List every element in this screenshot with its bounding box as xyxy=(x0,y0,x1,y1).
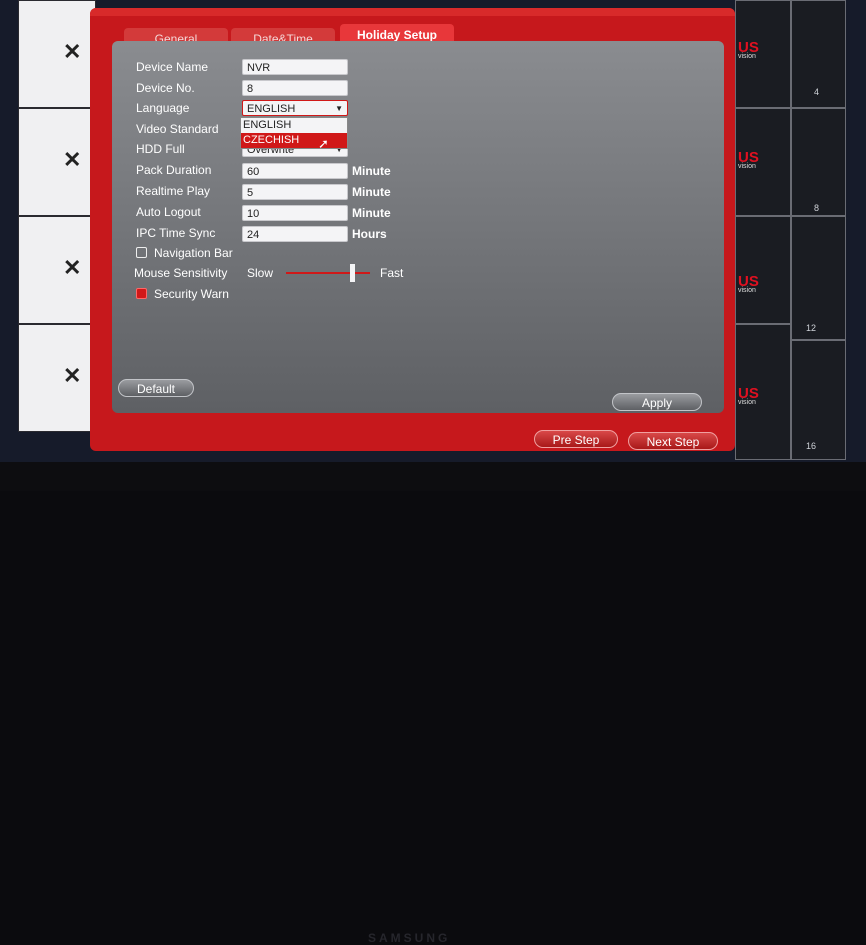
realtime-play-input[interactable]: 5 xyxy=(242,184,348,200)
device-no-input[interactable]: 8 xyxy=(242,80,348,96)
navigation-bar-checkbox[interactable] xyxy=(136,247,147,258)
language-option-czechish[interactable]: CZECHISH xyxy=(241,133,347,148)
camera-cell-13[interactable]: ✕ xyxy=(18,324,96,432)
brand-logo: US vision xyxy=(738,39,759,60)
camera-number: 16 xyxy=(806,441,817,451)
apply-button[interactable]: Apply xyxy=(612,393,702,411)
hdd-full-label: HDD Full xyxy=(136,142,185,156)
settings-panel: Device Name NVR Device No. 8 Language EN… xyxy=(112,41,724,413)
brand-logo: US vision xyxy=(738,149,759,170)
pack-duration-input[interactable]: 60 xyxy=(242,163,348,179)
navigation-bar-label: Navigation Bar xyxy=(154,246,233,260)
mouse-cursor-icon: ➚ xyxy=(318,136,329,151)
camera-cell-11[interactable]: US vision xyxy=(735,216,791,324)
camera-number: 4 xyxy=(814,87,820,97)
camera-cell-15[interactable]: US vision xyxy=(735,324,791,460)
camera-cell-4[interactable]: 4 xyxy=(791,0,846,108)
brand-logo: US vision xyxy=(738,385,759,406)
next-step-button[interactable]: Next Step xyxy=(628,432,718,450)
pack-duration-label: Pack Duration xyxy=(136,163,212,177)
camera-cell-7[interactable]: US vision xyxy=(735,108,791,216)
device-no-label: Device No. xyxy=(136,81,195,95)
security-warn-checkbox[interactable] xyxy=(136,288,147,299)
auto-logout-unit: Minute xyxy=(352,206,391,220)
no-signal-icon: ✕ xyxy=(63,147,82,172)
device-name-label: Device Name xyxy=(136,60,209,74)
mouse-sensitivity-fast-label: Fast xyxy=(380,266,404,280)
security-warn-label: Security Warn xyxy=(154,287,229,301)
ipc-time-sync-label: IPC Time Sync xyxy=(136,226,216,240)
camera-cell-3[interactable]: US vision xyxy=(735,0,791,108)
monitor: ✕ ✕ ✕ ✕ US vision 4 US vision 8 US vision 1… xyxy=(0,0,866,945)
camera-number: 12 xyxy=(806,323,817,333)
camera-cell-5[interactable]: ✕ xyxy=(18,108,96,216)
ipc-time-sync-unit: Hours xyxy=(352,227,387,241)
default-button[interactable]: Default xyxy=(118,379,194,397)
slider-handle[interactable] xyxy=(350,264,355,282)
pre-step-button[interactable]: Pre Step xyxy=(534,430,618,448)
video-standard-label: Video Standard xyxy=(136,122,219,136)
mouse-sensitivity-slider[interactable] xyxy=(286,264,370,282)
chevron-down-icon: ▼ xyxy=(335,104,343,113)
monitor-bezel: SAMSUNG xyxy=(0,462,866,945)
realtime-play-label: Realtime Play xyxy=(136,184,211,198)
mouse-sensitivity-slow-label: Slow xyxy=(247,266,274,280)
language-option-english[interactable]: ENGLISH xyxy=(241,118,347,133)
language-label: Language xyxy=(136,101,190,115)
camera-cell-12[interactable]: 12 xyxy=(791,216,846,340)
no-signal-icon: ✕ xyxy=(63,363,82,388)
brand-logo: US vision xyxy=(738,273,759,294)
camera-cell-9[interactable]: ✕ xyxy=(18,216,96,324)
camera-cell-16[interactable]: 16 xyxy=(791,340,846,460)
language-dropdown: ENGLISH CZECHISH xyxy=(240,117,348,149)
camera-cell-1[interactable]: ✕ xyxy=(18,0,96,108)
auto-logout-label: Auto Logout xyxy=(136,205,201,219)
no-signal-icon: ✕ xyxy=(63,39,82,64)
mouse-sensitivity-label: Mouse Sensitivity xyxy=(134,266,228,280)
language-select[interactable]: ENGLISH ▼ xyxy=(242,100,348,116)
no-signal-icon: ✕ xyxy=(63,255,82,280)
language-value: ENGLISH xyxy=(247,103,296,115)
device-name-input[interactable]: NVR xyxy=(242,59,348,75)
settings-dialog: General Date&Time Holiday Setup Device N… xyxy=(90,8,735,451)
ipc-time-sync-input[interactable]: 24 xyxy=(242,226,348,242)
realtime-play-unit: Minute xyxy=(352,185,391,199)
camera-number: 8 xyxy=(814,203,820,213)
screen: ✕ ✕ ✕ ✕ US vision 4 US vision 8 US vision 1… xyxy=(0,0,866,462)
monitor-brand: SAMSUNG xyxy=(368,931,451,945)
dialog-title-bar xyxy=(90,8,735,16)
pack-duration-unit: Minute xyxy=(352,164,391,178)
camera-cell-8[interactable]: 8 xyxy=(791,108,846,216)
auto-logout-input[interactable]: 10 xyxy=(242,205,348,221)
